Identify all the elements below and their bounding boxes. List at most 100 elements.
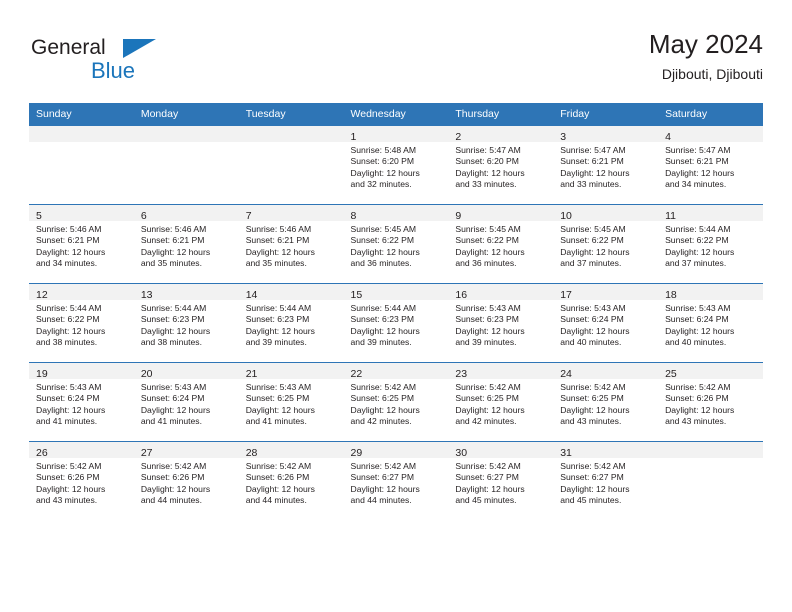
day-number: 28 (245, 447, 258, 459)
sunset-text: Sunset: 6:21 PM (245, 235, 310, 246)
day-number-strip: 13 (133, 284, 239, 301)
calendar-day-cell[interactable]: 8 Sunrise: 5:45 AM Sunset: 6:22 PM Daylight… (343, 204, 449, 284)
sunset-text: Sunset: 6:25 PM (245, 393, 310, 404)
day-cell-inner: 2 Sunrise: 5:47 AM Sunset: 6:20 PM Daylight… (448, 126, 554, 204)
sunset-text: Sunset: 6:21 PM (665, 156, 729, 167)
sunrise-text: Sunrise: 5:47 AM (455, 145, 521, 155)
calendar-day-cell[interactable]: 2 Sunrise: 5:47 AM Sunset: 6:20 PM Daylight… (448, 125, 554, 205)
calendar-day-cell[interactable]: 22 Sunrise: 5:42 AM Sunset: 6:25 PM Dayligh… (343, 362, 449, 442)
general-blue-logo[interactable]: General Blue (29, 36, 269, 94)
day-number-strip: 20 (133, 363, 239, 380)
sunrise-text: Sunrise: 5:43 AM (245, 382, 312, 392)
day-cell-body: Sunrise: 5:44 AM Sunset: 6:22 PM Daylight:… (29, 300, 134, 349)
calendar-day-cell[interactable]: 10 Sunrise: 5:45 AM Sunset: 6:22 PM Dayligh… (553, 204, 659, 284)
daylight-text: Daylight: 12 hours (560, 246, 630, 257)
day-cell-body: Sunrise: 5:42 AM Sunset: 6:25 PM Daylight:… (344, 379, 449, 428)
calendar-day-cell[interactable]: 13 Sunrise: 5:44 AM Sunset: 6:23 PM Dayligh… (133, 283, 239, 363)
day-cell-inner (29, 126, 134, 204)
calendar-day-cell[interactable]: 24 Sunrise: 5:42 AM Sunset: 6:25 PM Dayligh… (553, 362, 659, 442)
day-cell-inner (133, 126, 239, 204)
day-cell-inner: 5 Sunrise: 5:46 AM Sunset: 6:21 PM Daylight… (29, 205, 134, 283)
day-cell-body: Sunrise: 5:46 AM Sunset: 6:21 PM Daylight:… (134, 221, 239, 270)
sunrise-text: Sunrise: 5:42 AM (560, 382, 626, 392)
sunset-text: Sunset: 6:24 PM (560, 314, 624, 325)
sunrise-text: Sunrise: 5:46 AM (245, 224, 312, 234)
day-number: 23 (455, 368, 468, 380)
calendar-day-cell[interactable]: 23 Sunrise: 5:42 AM Sunset: 6:25 PM Dayligh… (448, 362, 554, 442)
day-cell-inner: 6 Sunrise: 5:46 AM Sunset: 6:21 PM Daylight… (133, 205, 239, 283)
daylight-text-cont: and 42 minutes. (455, 416, 517, 427)
calendar-day-cell[interactable]: 21 Sunrise: 5:43 AM Sunset: 6:25 PM Dayligh… (238, 362, 344, 442)
sunset-text: Sunset: 6:20 PM (350, 156, 415, 167)
calendar-day-cell[interactable]: 20 Sunrise: 5:43 AM Sunset: 6:24 PM Dayligh… (133, 362, 239, 442)
calendar-day-cell[interactable]: 17 Sunrise: 5:43 AM Sunset: 6:24 PM Dayligh… (553, 283, 659, 363)
daylight-text-cont: and 43 minutes. (36, 495, 98, 506)
calendar-day-cell[interactable]: 6 Sunrise: 5:46 AM Sunset: 6:21 PM Daylight… (133, 204, 239, 284)
daylight-text-cont: and 38 minutes. (140, 337, 202, 348)
calendar-day-cell[interactable]: 31 Sunrise: 5:42 AM Sunset: 6:27 PM Dayligh… (553, 441, 659, 520)
day-number: 13 (140, 289, 153, 301)
calendar-day-cell[interactable]: 28 Sunrise: 5:42 AM Sunset: 6:26 PM Dayligh… (238, 441, 344, 520)
calendar-day-cell[interactable]: 9 Sunrise: 5:45 AM Sunset: 6:22 PM Daylight… (448, 204, 554, 284)
day-cell-body: Sunrise: 5:43 AM Sunset: 6:25 PM Daylight:… (239, 379, 344, 428)
calendar-day-cell[interactable]: 25 Sunrise: 5:42 AM Sunset: 6:26 PM Dayligh… (658, 362, 763, 442)
day-cell-body: Sunrise: 5:48 AM Sunset: 6:20 PM Daylight:… (344, 142, 449, 191)
day-number: 16 (455, 289, 468, 301)
sunrise-text: Sunrise: 5:44 AM (245, 303, 312, 313)
calendar-day-cell[interactable]: 14 Sunrise: 5:44 AM Sunset: 6:23 PM Dayligh… (238, 283, 344, 363)
sunset-text: Sunset: 6:22 PM (455, 235, 519, 246)
daylight-text: Daylight: 12 hours (350, 325, 420, 336)
calendar-day-cell[interactable]: 12 Sunrise: 5:44 AM Sunset: 6:22 PM Dayligh… (29, 283, 134, 363)
calendar-day-cell[interactable]: 18 Sunrise: 5:43 AM Sunset: 6:24 PM Dayligh… (658, 283, 763, 363)
sunset-text: Sunset: 6:24 PM (36, 393, 100, 404)
calendar-day-cell[interactable]: 7 Sunrise: 5:46 AM Sunset: 6:21 PM Daylight… (238, 204, 344, 284)
daylight-text: Daylight: 12 hours (140, 325, 211, 336)
calendar-day-cell[interactable]: 26 Sunrise: 5:42 AM Sunset: 6:26 PM Dayligh… (29, 441, 134, 520)
sunrise-text: Sunrise: 5:43 AM (36, 382, 102, 392)
calendar-day-cell[interactable]: 29 Sunrise: 5:42 AM Sunset: 6:27 PM Dayligh… (343, 441, 449, 520)
calendar-day-cell[interactable]: 4 Sunrise: 5:47 AM Sunset: 6:21 PM Daylight… (658, 125, 763, 205)
daylight-text-cont: and 39 minutes. (455, 337, 517, 348)
sunset-text: Sunset: 6:21 PM (140, 235, 205, 246)
day-cell-inner: 7 Sunrise: 5:46 AM Sunset: 6:21 PM Daylight… (238, 205, 344, 283)
calendar-week-row: 1 Sunrise: 5:48 AM Sunset: 6:20 PM Daylight… (29, 125, 763, 205)
day-cell-inner (238, 126, 344, 204)
sunrise-text: Sunrise: 5:42 AM (455, 382, 521, 392)
day-number-strip: 27 (133, 442, 239, 459)
day-number: 7 (245, 210, 252, 222)
calendar-day-cell[interactable]: 16 Sunrise: 5:43 AM Sunset: 6:23 PM Dayligh… (448, 283, 554, 363)
calendar-day-cell[interactable]: 5 Sunrise: 5:46 AM Sunset: 6:21 PM Daylight… (29, 204, 134, 284)
day-cell-inner: 14 Sunrise: 5:44 AM Sunset: 6:23 PM Dayligh… (238, 284, 344, 362)
calendar-day-cell[interactable]: 11 Sunrise: 5:44 AM Sunset: 6:22 PM Dayligh… (658, 204, 763, 284)
page-header: General Blue May 2024 Djibouti, Djibouti (29, 28, 763, 94)
day-number-strip: 18 (658, 284, 763, 301)
calendar-day-cell[interactable]: 27 Sunrise: 5:42 AM Sunset: 6:26 PM Dayligh… (133, 441, 239, 520)
sunrise-text: Sunrise: 5:45 AM (455, 224, 521, 234)
calendar-day-cell[interactable]: 19 Sunrise: 5:43 AM Sunset: 6:24 PM Dayligh… (29, 362, 134, 442)
daylight-text: Daylight: 12 hours (665, 246, 735, 257)
calendar-day-cell[interactable]: 1 Sunrise: 5:48 AM Sunset: 6:20 PM Daylight… (343, 125, 449, 205)
day-cell-inner: 13 Sunrise: 5:44 AM Sunset: 6:23 PM Dayligh… (133, 284, 239, 362)
daylight-text: Daylight: 12 hours (350, 404, 420, 415)
daylight-text: Daylight: 12 hours (36, 404, 106, 415)
day-number-strip (29, 126, 134, 142)
day-number-strip: 17 (553, 284, 659, 301)
day-cell-body: Sunrise: 5:44 AM Sunset: 6:23 PM Daylight:… (239, 300, 344, 349)
day-cell-body: Sunrise: 5:42 AM Sunset: 6:26 PM Daylight:… (658, 379, 763, 428)
calendar-day-cell[interactable]: 3 Sunrise: 5:47 AM Sunset: 6:21 PM Daylight… (553, 125, 659, 205)
daylight-text: Daylight: 12 hours (560, 167, 630, 178)
daylight-text: Daylight: 12 hours (36, 325, 106, 336)
daylight-text: Daylight: 12 hours (560, 404, 630, 415)
daylight-text: Daylight: 12 hours (560, 325, 630, 336)
day-cell-body: Sunrise: 5:42 AM Sunset: 6:25 PM Daylight:… (448, 379, 553, 428)
daylight-text: Daylight: 12 hours (560, 483, 630, 494)
day-number-strip: 6 (133, 205, 239, 222)
calendar-day-cell[interactable]: 15 Sunrise: 5:44 AM Sunset: 6:23 PM Dayligh… (343, 283, 449, 363)
day-cell-inner: 3 Sunrise: 5:47 AM Sunset: 6:21 PM Daylight… (553, 126, 659, 204)
daylight-text-cont: and 43 minutes. (665, 416, 727, 427)
day-cell-inner: 24 Sunrise: 5:42 AM Sunset: 6:25 PM Dayligh… (553, 363, 659, 441)
daylight-text: Daylight: 12 hours (455, 404, 525, 415)
sunset-text: Sunset: 6:23 PM (455, 314, 519, 325)
day-cell-inner: 30 Sunrise: 5:42 AM Sunset: 6:27 PM Dayligh… (448, 442, 554, 520)
calendar-day-cell[interactable]: 30 Sunrise: 5:42 AM Sunset: 6:27 PM Dayligh… (448, 441, 554, 520)
